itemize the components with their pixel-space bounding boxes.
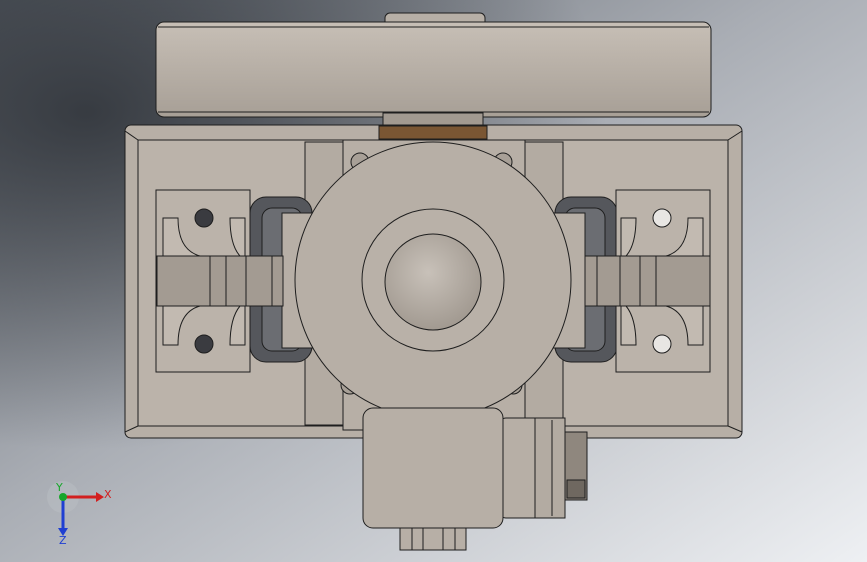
connector-ridge <box>566 479 586 499</box>
left-bracket-hole-top <box>194 208 214 228</box>
motor-body <box>362 407 504 529</box>
ball-joint[interactable] <box>384 233 482 331</box>
connector-flange <box>534 417 566 519</box>
motor-cable-gland <box>399 527 467 551</box>
pulley-wheel[interactable] <box>155 21 712 118</box>
y-axis-dot <box>59 493 67 501</box>
right-bracket-hole-top <box>652 208 672 228</box>
left-bracket-web <box>156 255 284 307</box>
model-canvas[interactable]: X Y Z <box>0 0 867 562</box>
right-bracket-web <box>584 255 711 307</box>
x-axis-label: X <box>104 488 112 501</box>
right-bracket-hole-bottom <box>652 334 672 354</box>
y-axis-label: Y <box>55 481 63 494</box>
cad-viewport[interactable]: X Y Z <box>0 0 867 562</box>
z-axis-label: Z <box>59 534 67 547</box>
brown-gasket <box>378 125 488 140</box>
left-bracket-hole-bottom <box>194 334 214 354</box>
